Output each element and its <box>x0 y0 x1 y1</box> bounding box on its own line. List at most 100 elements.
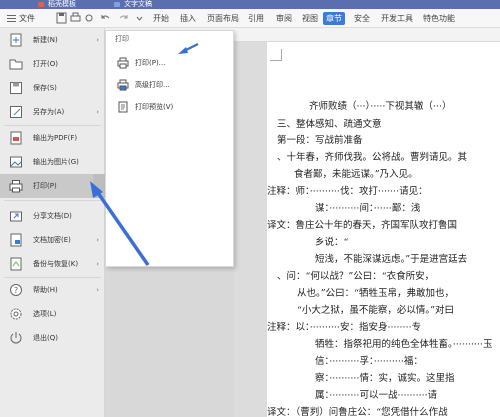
chevron-right-icon: › <box>96 260 99 268</box>
doc-line: 译文：鲁庄公十年的春天，齐国军队攻打鲁国 <box>267 220 458 231</box>
share-icon <box>10 211 22 222</box>
menu-item-backup[interactable]: 备份与恢复(K) › <box>0 252 105 276</box>
menu-item-label: 打开(O) <box>33 60 58 68</box>
tab-chapter[interactable]: 章节 <box>323 12 345 25</box>
menu-item-label: 退出(Q) <box>33 334 58 342</box>
options-gear-icon <box>10 308 22 320</box>
document-page[interactable]: 齐师败绩（···）·····下视其辙（···） 三、整体感知、疏通文意 第一段：… <box>267 42 500 417</box>
submenu-item-label: 打印预览(V) <box>135 103 174 111</box>
printer-icon <box>9 180 23 193</box>
menu-item-label: 分享文档(D) <box>33 212 72 220</box>
help-icon: ? <box>10 284 22 296</box>
doc-line: 牺牲：指祭祀用的纯色全体牲畜。··········玉 <box>315 339 493 350</box>
tab-label: 文字文稿 <box>124 0 152 8</box>
doc-line: 从也。”公曰：“牺牲玉帛，弗敢加也， <box>297 288 454 299</box>
submenu-item-print-preview[interactable]: 打印预览(V) <box>113 97 230 117</box>
doc-line: 短浅，不能深谋远虑。”于是进宫廷去 <box>315 254 468 265</box>
menu-item-label: 打印(P) <box>33 182 57 190</box>
print-submenu: 打印 打印(P)... 高级打印... 打印预览(V) <box>105 30 234 267</box>
exit-icon <box>10 332 22 344</box>
file-menu-button[interactable]: 文件 <box>2 11 48 26</box>
doc-line: 齐师败绩（···）·····下视其辙（···） <box>309 101 452 112</box>
save-icon <box>10 82 22 94</box>
menu-item-print[interactable]: 打印(P) <box>0 174 105 198</box>
menu-item-exit[interactable]: 退出(Q) <box>0 326 105 350</box>
tab-developer[interactable]: 开发工具 <box>378 12 416 25</box>
doc-line: 、十年春，齐师伐我。公将战。曹刿请见。其 <box>277 152 468 163</box>
menu-item-options[interactable]: 选项(L) <box>0 302 105 326</box>
margin-corner-mark <box>270 49 282 61</box>
docer-logo-icon <box>38 2 44 7</box>
save-as-icon <box>10 106 22 118</box>
menu-item-label: 备份与恢复(K) <box>33 260 79 268</box>
pdf-icon <box>10 131 22 145</box>
menu-item-label: 文档加密(E) <box>33 236 71 244</box>
menu-item-help[interactable]: ? 帮助(H) › <box>0 278 105 302</box>
menu-item-label: 保存(S) <box>33 84 57 92</box>
menu-item-save-as[interactable]: 另存为(A) › <box>0 100 105 124</box>
file-label: 文件 <box>19 14 35 23</box>
doc-line: 谋：··········间：······鄙：浅 <box>315 203 421 214</box>
menu-item-export-image[interactable]: 输出为图片(G) <box>0 150 105 174</box>
print-quick-icon[interactable] <box>70 12 81 24</box>
tab-document[interactable]: 文字文稿 <box>110 0 158 9</box>
new-doc-icon <box>10 33 22 47</box>
tab-page-layout[interactable]: 页面布局 <box>204 12 242 25</box>
tab-view[interactable]: 视图 <box>299 12 321 25</box>
doc-line: 第一段：写战前准备 <box>277 135 363 146</box>
chevron-right-icon: › <box>96 108 99 116</box>
tab-insert[interactable]: 插入 <box>177 12 199 25</box>
print-preview-icon <box>118 101 128 113</box>
svg-text:?: ? <box>14 286 18 295</box>
tab-references[interactable]: 引用 <box>245 12 267 25</box>
chevron-right-icon: › <box>96 286 99 294</box>
submenu-item-label: 打印(P)... <box>135 59 166 67</box>
menu-item-share[interactable]: 分享文档(D) <box>0 204 105 228</box>
submenu-indicator <box>93 174 105 198</box>
doc-icon <box>114 2 120 7</box>
doc-line: 信：··········孚：··········福： <box>315 356 423 367</box>
menu-separator <box>4 200 101 201</box>
menu-item-label: 输出为PDF(F) <box>33 134 78 142</box>
tab-review[interactable]: 审阅 <box>273 12 295 25</box>
advanced-print-icon <box>117 79 129 91</box>
menu-item-export-pdf[interactable]: 输出为PDF(F) <box>0 126 105 150</box>
tab-home[interactable]: 开始 <box>150 12 172 25</box>
undo-icon[interactable] <box>100 12 111 24</box>
menu-item-open[interactable]: 打开(O) <box>0 52 105 76</box>
menu-item-label: 帮助(H) <box>33 286 58 294</box>
dropdown-chevron-icon[interactable] <box>134 12 145 24</box>
doc-line: 属：··········可以一战··········请 <box>315 390 438 401</box>
menu-item-label: 另存为(A) <box>33 108 65 116</box>
ribbon-menu-bar: 文件 开始 插入 页面布局 引用 审阅 视图 章节 安全 开发工具 特色功能 <box>0 9 500 28</box>
open-folder-icon <box>9 59 23 70</box>
encrypt-icon <box>10 233 22 247</box>
chevron-right-icon: › <box>96 236 99 244</box>
hamburger-icon <box>7 15 16 22</box>
file-menu-panel: 新建(N) › 打开(O) 保存(S) 另存为(A) › 输出为PDF(F) 输… <box>0 28 105 417</box>
menu-item-new[interactable]: 新建(N) › <box>0 28 105 52</box>
doc-line: 注释：师：··········伐：攻打·······请见： <box>267 186 428 197</box>
save-quick-icon[interactable] <box>56 12 67 24</box>
tab-docer-templates[interactable]: 稻壳模板 <box>34 0 82 9</box>
doc-line: 注释：以：··········安：指安身········专 <box>267 322 422 333</box>
menu-item-label: 新建(N) <box>33 36 58 44</box>
submenu-item-label: 高级打印... <box>135 81 170 89</box>
doc-line: 、问：“何以战？”公曰：“衣食所安， <box>277 271 435 282</box>
submenu-item-advanced-print[interactable]: 高级打印... <box>113 75 230 95</box>
redo-icon[interactable] <box>118 12 129 24</box>
window-titlebar: 稻壳模板 文字文稿 <box>0 0 500 9</box>
doc-line: 乡说：“ <box>315 237 349 248</box>
preview-quick-icon[interactable] <box>84 12 95 24</box>
menu-item-label: 输出为图片(G) <box>33 158 79 166</box>
submenu-item-print[interactable]: 打印(P)... <box>113 53 230 73</box>
doc-line: “小大之狱，虽不能察，必以情。”对曰 <box>297 305 454 316</box>
doc-line: 食者鄙，未能远谋。”乃入见。 <box>294 169 418 180</box>
image-icon <box>10 156 22 168</box>
doc-line: 三、整体感知、疏通文意 <box>277 119 382 130</box>
menu-item-save[interactable]: 保存(S) <box>0 76 105 100</box>
tab-features[interactable]: 特色功能 <box>420 12 458 25</box>
menu-item-encrypt[interactable]: 文档加密(E) › <box>0 228 105 252</box>
submenu-title: 打印 <box>115 35 129 43</box>
tab-security[interactable]: 安全 <box>351 12 373 25</box>
